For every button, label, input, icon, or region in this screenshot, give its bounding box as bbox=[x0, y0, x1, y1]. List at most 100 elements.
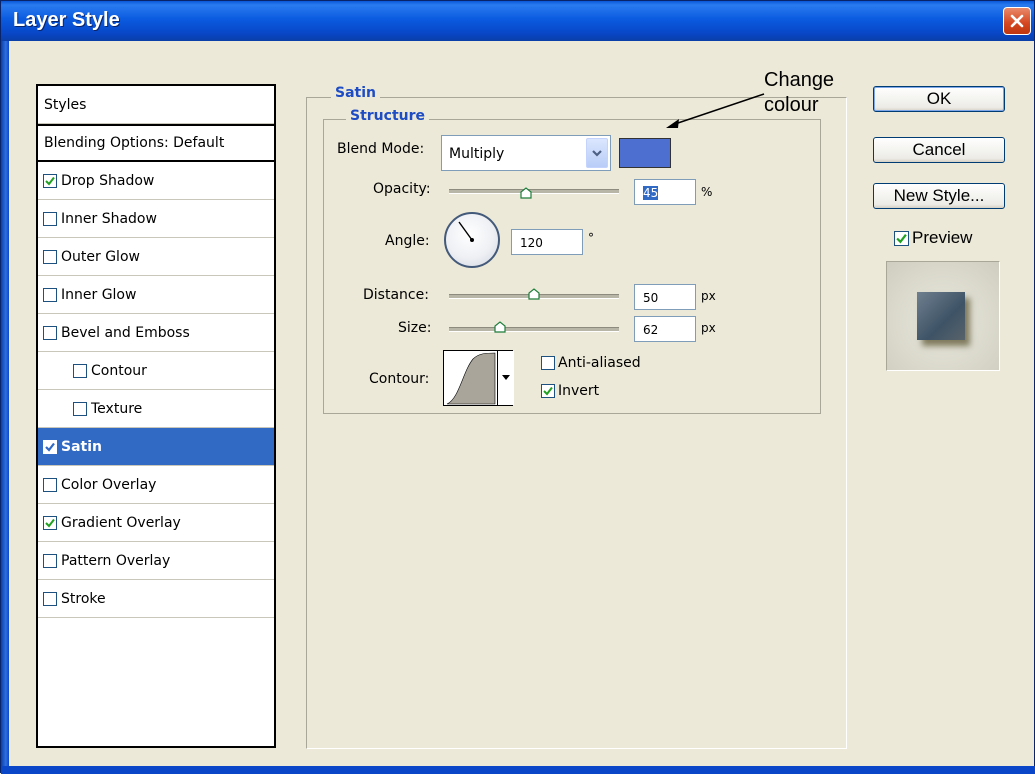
opacity-value: 45 bbox=[643, 186, 659, 200]
invert-option[interactable]: Invert bbox=[541, 383, 599, 399]
chevron-down-icon[interactable] bbox=[586, 138, 608, 168]
sidebar-item-label: Contour bbox=[91, 362, 147, 379]
ok-button[interactable]: OK bbox=[873, 86, 1005, 112]
distance-unit: px bbox=[701, 289, 716, 303]
stroke-checkbox[interactable] bbox=[43, 591, 57, 606]
color-overlay-checkbox[interactable] bbox=[43, 477, 57, 492]
sidebar-item-label: Drop Shadow bbox=[61, 172, 155, 189]
opacity-input[interactable]: 45 bbox=[634, 179, 696, 205]
preview-option[interactable]: Preview bbox=[894, 228, 972, 248]
distance-label: Distance: bbox=[363, 287, 429, 303]
sidebar-item-bevel-emboss[interactable]: Bevel and Emboss bbox=[38, 314, 274, 352]
sidebar-item-label: Texture bbox=[91, 400, 143, 417]
close-icon bbox=[1010, 14, 1024, 28]
contour-label: Contour: bbox=[369, 371, 430, 387]
pattern-overlay-checkbox[interactable] bbox=[43, 553, 57, 568]
sidebar-item-label: Color Overlay bbox=[61, 476, 157, 493]
sidebar-item-label: Inner Glow bbox=[61, 286, 137, 303]
new-style-button[interactable]: New Style... bbox=[873, 183, 1005, 209]
angle-value: 120 bbox=[520, 236, 543, 250]
styles-header-label: Styles bbox=[44, 96, 87, 113]
angle-unit: ° bbox=[588, 231, 594, 245]
preview-swatch bbox=[917, 292, 965, 340]
invert-checkbox[interactable] bbox=[541, 384, 555, 398]
size-unit: px bbox=[701, 321, 716, 335]
invert-label: Invert bbox=[558, 383, 600, 399]
blend-mode-value: Multiply bbox=[449, 146, 505, 162]
checkmark-icon bbox=[45, 176, 55, 186]
styles-list: Styles Blending Options: Default Drop Sh… bbox=[36, 84, 276, 748]
annotation-text: Change colour bbox=[764, 68, 834, 117]
sidebar-item-label: Satin bbox=[61, 438, 102, 455]
checkmark-icon bbox=[896, 233, 907, 243]
size-slider-track[interactable] bbox=[449, 327, 619, 332]
anti-aliased-label: Anti-aliased bbox=[558, 355, 641, 371]
sidebar-item-stroke[interactable]: Stroke bbox=[38, 580, 274, 618]
sidebar-item-drop-shadow[interactable]: Drop Shadow bbox=[38, 162, 274, 200]
close-button[interactable] bbox=[1003, 7, 1031, 35]
opacity-label: Opacity: bbox=[373, 181, 431, 197]
texture-checkbox[interactable] bbox=[73, 401, 87, 416]
blend-mode-select[interactable]: Multiply bbox=[441, 135, 611, 171]
drop-shadow-checkbox[interactable] bbox=[43, 173, 57, 188]
distance-value: 50 bbox=[643, 291, 659, 305]
sidebar-item-contour[interactable]: Contour bbox=[38, 352, 274, 390]
satin-color-swatch[interactable] bbox=[619, 138, 671, 168]
sidebar-item-label: Inner Shadow bbox=[61, 210, 157, 227]
outer-glow-checkbox[interactable] bbox=[43, 249, 57, 264]
preview-checkbox[interactable] bbox=[894, 230, 909, 246]
sidebar-item-label: Gradient Overlay bbox=[61, 514, 181, 531]
size-label: Size: bbox=[398, 320, 432, 336]
size-value: 62 bbox=[643, 323, 659, 337]
contour-dropdown-button[interactable] bbox=[497, 351, 514, 405]
triangle-down-icon bbox=[502, 375, 510, 380]
sidebar-item-gradient-overlay[interactable]: Gradient Overlay bbox=[38, 504, 274, 542]
sidebar-item-label: Bevel and Emboss bbox=[61, 324, 190, 341]
anti-aliased-checkbox[interactable] bbox=[541, 356, 555, 370]
gradient-overlay-checkbox[interactable] bbox=[43, 515, 57, 530]
opacity-slider-thumb[interactable] bbox=[519, 187, 532, 199]
contour-curve-icon bbox=[446, 352, 496, 405]
inner-glow-checkbox[interactable] bbox=[43, 287, 57, 302]
sidebar-item-color-overlay[interactable]: Color Overlay bbox=[38, 466, 274, 504]
sidebar-item-satin[interactable]: Satin bbox=[38, 428, 274, 466]
opacity-unit: % bbox=[701, 185, 713, 199]
sidebar-item-outer-glow[interactable]: Outer Glow bbox=[38, 238, 274, 276]
window-title: Layer Style bbox=[13, 9, 120, 31]
anti-aliased-option[interactable]: Anti-aliased bbox=[541, 355, 641, 371]
bevel-emboss-checkbox[interactable] bbox=[43, 325, 57, 340]
annotation-line-2: colour bbox=[764, 94, 819, 116]
sidebar-item-label: Outer Glow bbox=[61, 248, 140, 265]
layer-style-dialog: Layer Style Styles Blending Options: Def… bbox=[0, 0, 1035, 774]
angle-dial-needle bbox=[458, 221, 474, 242]
angle-label: Angle: bbox=[385, 233, 430, 249]
opacity-slider-track[interactable] bbox=[449, 189, 619, 194]
size-slider-thumb[interactable] bbox=[494, 321, 506, 333]
contour-checkbox[interactable] bbox=[73, 363, 87, 378]
sidebar-item-inner-glow[interactable]: Inner Glow bbox=[38, 276, 274, 314]
checkmark-icon bbox=[543, 386, 553, 396]
title-bar[interactable]: Layer Style bbox=[1, 1, 1034, 41]
distance-input[interactable]: 50 bbox=[634, 284, 696, 310]
blending-options-item[interactable]: Blending Options: Default bbox=[38, 124, 274, 162]
satin-checkbox[interactable] bbox=[43, 439, 57, 454]
distance-slider-thumb[interactable] bbox=[528, 288, 540, 300]
structure-group-title: Structure bbox=[346, 108, 430, 124]
size-input[interactable]: 62 bbox=[634, 316, 696, 342]
blend-mode-label: Blend Mode: bbox=[337, 141, 425, 157]
checkmark-icon bbox=[45, 518, 55, 528]
blending-options-label: Blending Options: Default bbox=[44, 135, 225, 151]
contour-picker[interactable] bbox=[443, 350, 514, 406]
angle-dial[interactable] bbox=[444, 212, 500, 268]
checkmark-icon bbox=[45, 442, 55, 452]
preview-label: Preview bbox=[912, 228, 973, 247]
sidebar-item-inner-shadow[interactable]: Inner Shadow bbox=[38, 200, 274, 238]
window-frame-left bbox=[1, 41, 9, 774]
styles-header[interactable]: Styles bbox=[38, 86, 274, 124]
angle-input[interactable]: 120 bbox=[511, 229, 583, 255]
inner-shadow-checkbox[interactable] bbox=[43, 211, 57, 226]
sidebar-item-texture[interactable]: Texture bbox=[38, 390, 274, 428]
cancel-button[interactable]: Cancel bbox=[873, 137, 1005, 163]
sidebar-item-pattern-overlay[interactable]: Pattern Overlay bbox=[38, 542, 274, 580]
sidebar-item-label: Stroke bbox=[61, 590, 106, 607]
